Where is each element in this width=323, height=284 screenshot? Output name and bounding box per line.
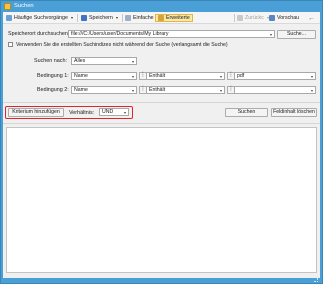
reset-icon [237,15,243,21]
simple-label: Einfache [133,15,154,21]
condition-1-field-select[interactable]: Name [71,72,137,80]
window-title: Suchen [14,3,34,9]
simple-search-icon [125,15,131,21]
saved-searches-icon [6,15,12,21]
search-by-label: Suchen nach: [34,58,67,64]
advanced-label: Erweiterte [166,15,190,21]
location-path: file:///C:/Users/user/Documents/My Libra… [71,31,169,37]
location-combobox[interactable]: file:///C:/Users/user/Documents/My Libra… [68,30,275,38]
chevron-down-icon [132,89,134,92]
divider [3,123,320,124]
clear-fields-button[interactable]: Feldinhalt löschen [271,108,317,117]
advanced-mode-button[interactable]: Erweiterte [155,14,193,22]
preview-icon [269,15,275,21]
preview-label: Vorschau [277,15,300,21]
back-arrow-icon[interactable]: ← [308,14,315,22]
condition-2-operator-select[interactable]: Enthält [146,86,225,94]
chevron-down-icon [132,60,134,63]
exclude-index-checkbox[interactable] [8,42,13,47]
toolbar: Häufige Suchvorgänge Speichern Einfache … [3,12,320,24]
condition-2-operator-value: Enthält [149,87,166,93]
search-window: Suchen Häufige Suchvorgänge Speichern Ei… [0,0,323,284]
status-bar [3,278,320,283]
advanced-search-icon [158,15,164,21]
toolbar-separator [122,14,123,22]
app-icon [4,3,11,10]
preview-button[interactable]: Vorschau [269,14,299,22]
floppy-disk-icon [81,15,87,21]
toolbar-separator [234,14,235,22]
divider [3,102,320,103]
save-label: Speichern [89,15,113,21]
chevron-down-icon [70,17,73,19]
results-pane[interactable] [6,127,317,273]
chevron-down-icon [220,89,222,92]
chevron-down-icon [115,17,118,19]
chevron-down-icon [311,75,313,78]
search-button[interactable]: Suchen [225,108,268,117]
condition-1-field-value: Name [74,73,88,79]
highlight-box [5,106,133,119]
condition-2-value-input[interactable] [234,86,316,94]
search-by-select[interactable]: Alles [71,57,137,65]
title-bar[interactable]: Suchen [1,1,322,12]
chevron-down-icon [132,75,134,78]
search-dialog-body: Häufige Suchvorgänge Speichern Einfache … [3,12,320,278]
saved-searches-menu[interactable]: Häufige Suchvorgänge [6,14,73,22]
saved-searches-label: Häufige Suchvorgänge [14,15,68,21]
location-label: Speicherort durchsuchen: [8,31,70,37]
condition-2-field-select[interactable]: Name [71,86,137,94]
condition-2-label: Bedingung 2: [37,87,69,93]
reset-button[interactable]: Zurückc [237,14,269,22]
condition-2-field-value: Name [74,87,88,93]
resize-grip-icon[interactable] [314,278,318,282]
condition-1-value: pdf [237,73,245,79]
condition-1-operator-value: Enthält [149,73,166,79]
search-by-value: Alles [74,58,86,64]
condition-1-label: Bedingung 1: [37,73,69,79]
condition-1-value-input[interactable]: pdf [234,72,316,80]
reset-label: Zurückc [245,15,264,21]
chevron-down-icon [270,33,272,36]
toolbar-separator [77,14,78,22]
condition-1-operator-select[interactable]: Enthält [146,72,225,80]
simple-mode-button[interactable]: Einfache [125,14,154,22]
exclude-index-label: Verwenden Sie die erstellten Suchindizes… [16,42,228,48]
browse-button[interactable]: Suche... [277,29,316,39]
save-button[interactable]: Speichern [81,14,118,22]
chevron-down-icon [220,75,222,78]
chevron-down-icon [311,89,313,92]
